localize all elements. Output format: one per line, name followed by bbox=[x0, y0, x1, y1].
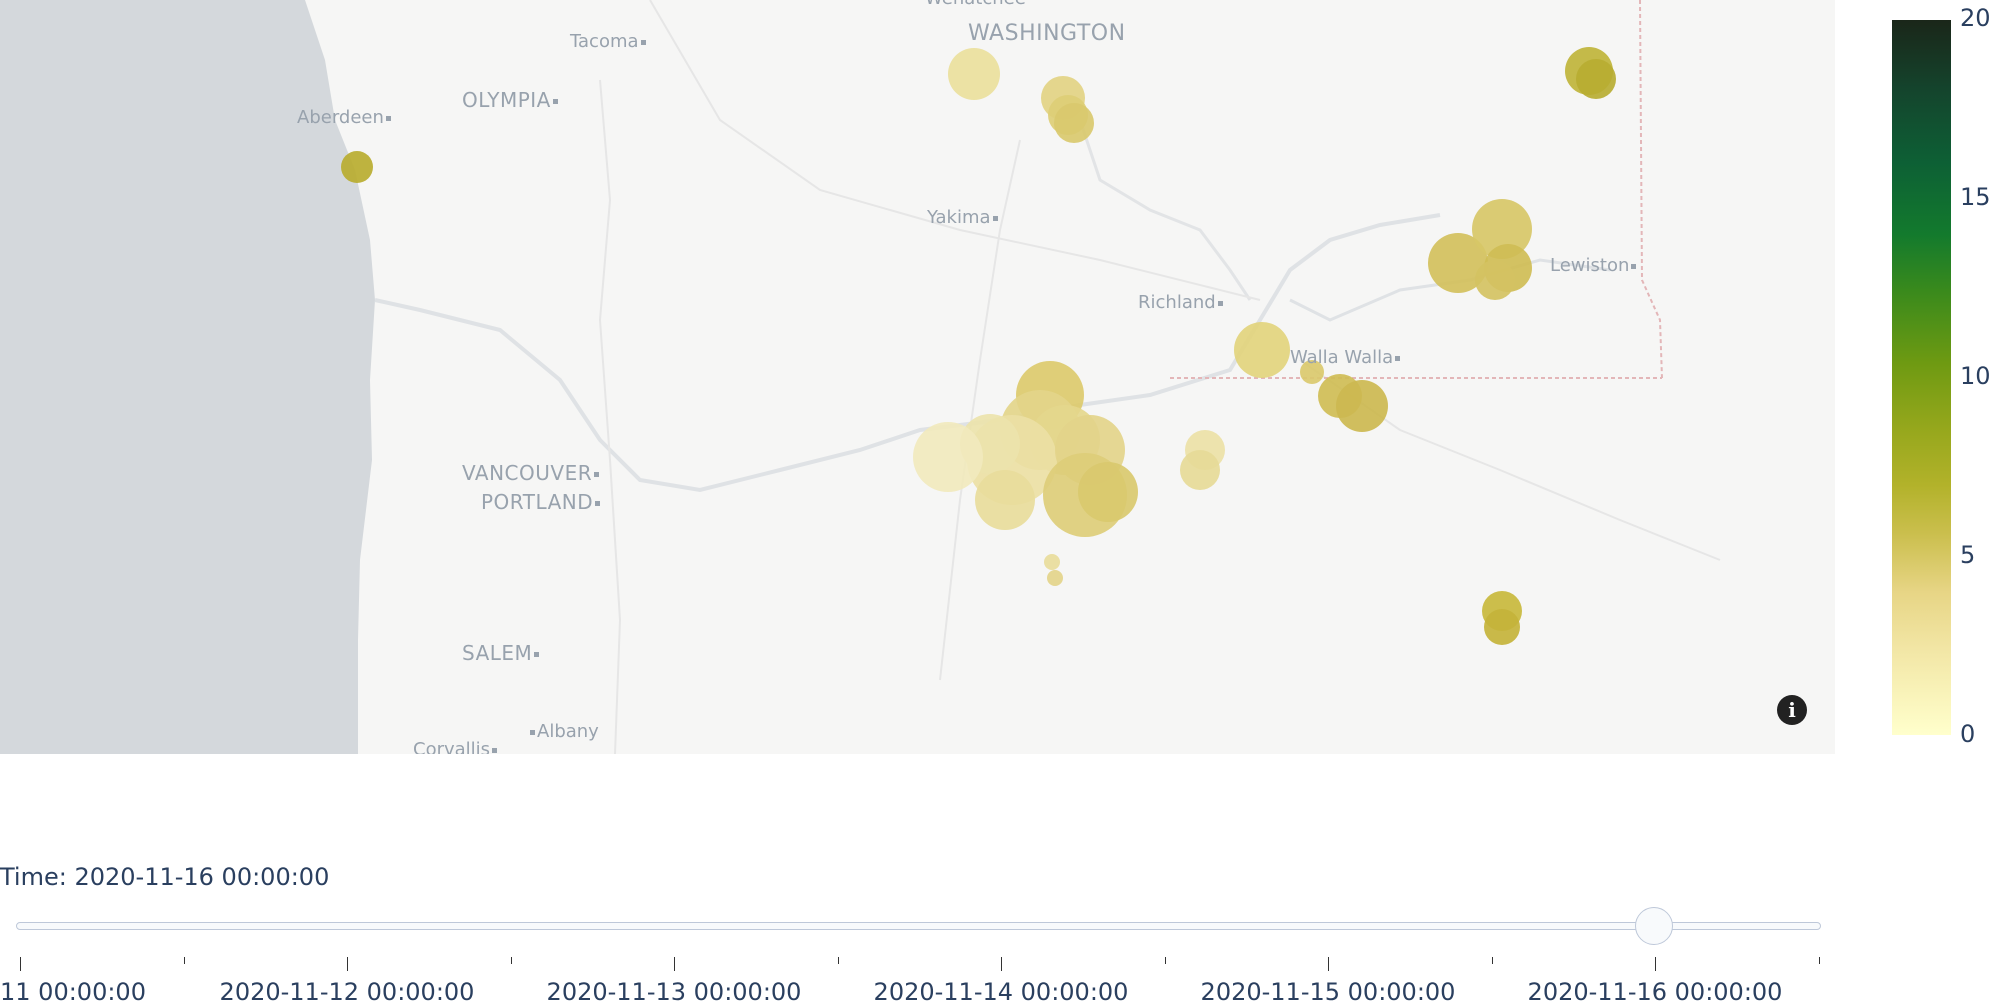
slider-tick bbox=[674, 957, 675, 971]
slider-tick bbox=[20, 957, 21, 971]
time-slider-rail[interactable] bbox=[16, 922, 1821, 930]
city-label-richland: Richland bbox=[1138, 292, 1225, 313]
time-slider-handle[interactable] bbox=[1635, 907, 1673, 945]
city-label-walla-walla: Walla Walla bbox=[1290, 347, 1402, 368]
basemap bbox=[0, 0, 1721, 754]
map-view[interactable]: Wenatchee WASHINGTON Tacoma Aberdeen OLY… bbox=[0, 0, 1835, 754]
slider-current-value: Time: 2020-11-16 00:00:00 bbox=[0, 863, 330, 891]
data-bubble[interactable] bbox=[1484, 609, 1520, 645]
data-bubble[interactable] bbox=[341, 151, 373, 183]
city-label-portland: PORTLAND bbox=[481, 490, 602, 514]
city-label-vancouver: VANCOUVER bbox=[462, 461, 601, 485]
data-bubble[interactable] bbox=[1475, 260, 1515, 300]
state-label: WASHINGTON bbox=[968, 21, 1126, 46]
colorbar-tick: 5 bbox=[1960, 541, 1976, 569]
data-bubble[interactable] bbox=[975, 470, 1035, 530]
data-bubble[interactable] bbox=[1576, 59, 1616, 99]
city-label-tacoma: Tacoma bbox=[570, 31, 648, 52]
city-label-aberdeen: Aberdeen bbox=[297, 107, 393, 128]
city-label-corvallis: Corvallis bbox=[413, 739, 499, 754]
slider-tick bbox=[1328, 957, 1329, 971]
colorbar-tick: 15 bbox=[1960, 183, 1991, 211]
slider-tick-minor bbox=[1492, 957, 1493, 964]
data-bubble[interactable] bbox=[1054, 103, 1094, 143]
city-label-wenatchee: Wenatchee bbox=[925, 0, 1026, 9]
river-north bbox=[1078, 119, 1252, 301]
city-label-salem: SALEM bbox=[462, 641, 541, 665]
slider-tick bbox=[347, 957, 348, 971]
data-bubble[interactable] bbox=[1234, 322, 1290, 378]
data-bubble[interactable] bbox=[1047, 570, 1063, 586]
bubble-layer bbox=[341, 47, 1616, 645]
data-bubble[interactable] bbox=[948, 48, 1000, 100]
slider-tick-minor bbox=[838, 957, 839, 964]
slider-step-label[interactable]: 2020-11-12 00:00:00 bbox=[220, 978, 475, 1006]
colorbar-tick: 0 bbox=[1960, 720, 1976, 748]
slider-tick bbox=[1655, 957, 1656, 971]
colorbar-tick: 20 bbox=[1960, 4, 1991, 32]
slider-tick-minor bbox=[511, 957, 512, 964]
slider-tick bbox=[1001, 957, 1002, 971]
slider-step-label[interactable]: 2020-11-15 00:00:00 bbox=[1201, 978, 1456, 1006]
city-label-albany: Albany bbox=[528, 721, 599, 742]
slider-tick-minor bbox=[1819, 957, 1820, 964]
slider-step-label[interactable]: 11 00:00:00 bbox=[0, 978, 146, 1006]
data-bubble[interactable] bbox=[913, 422, 983, 492]
city-label-yakima: Yakima bbox=[927, 207, 1000, 228]
city-label-lewiston: Lewiston bbox=[1550, 255, 1638, 276]
slider-tick-minor bbox=[184, 957, 185, 964]
city-label-olympia: OLYMPIA bbox=[462, 88, 560, 112]
data-bubble[interactable] bbox=[1180, 450, 1220, 490]
data-bubble[interactable] bbox=[1336, 380, 1388, 432]
road bbox=[598, 79, 622, 754]
road bbox=[649, 0, 1261, 301]
colorbar bbox=[1892, 20, 1951, 735]
info-icon[interactable]: i bbox=[1777, 695, 1807, 725]
slider-tick-minor bbox=[1165, 957, 1166, 964]
data-bubble[interactable] bbox=[1078, 462, 1138, 522]
slider-step-label[interactable]: 2020-11-14 00:00:00 bbox=[874, 978, 1129, 1006]
data-bubble[interactable] bbox=[1044, 554, 1060, 570]
slider-step-label[interactable]: 2020-11-13 00:00:00 bbox=[547, 978, 802, 1006]
slider-step-label[interactable]: 2020-11-16 00:00:00 bbox=[1528, 978, 1783, 1006]
colorbar-tick: 10 bbox=[1960, 362, 1991, 390]
